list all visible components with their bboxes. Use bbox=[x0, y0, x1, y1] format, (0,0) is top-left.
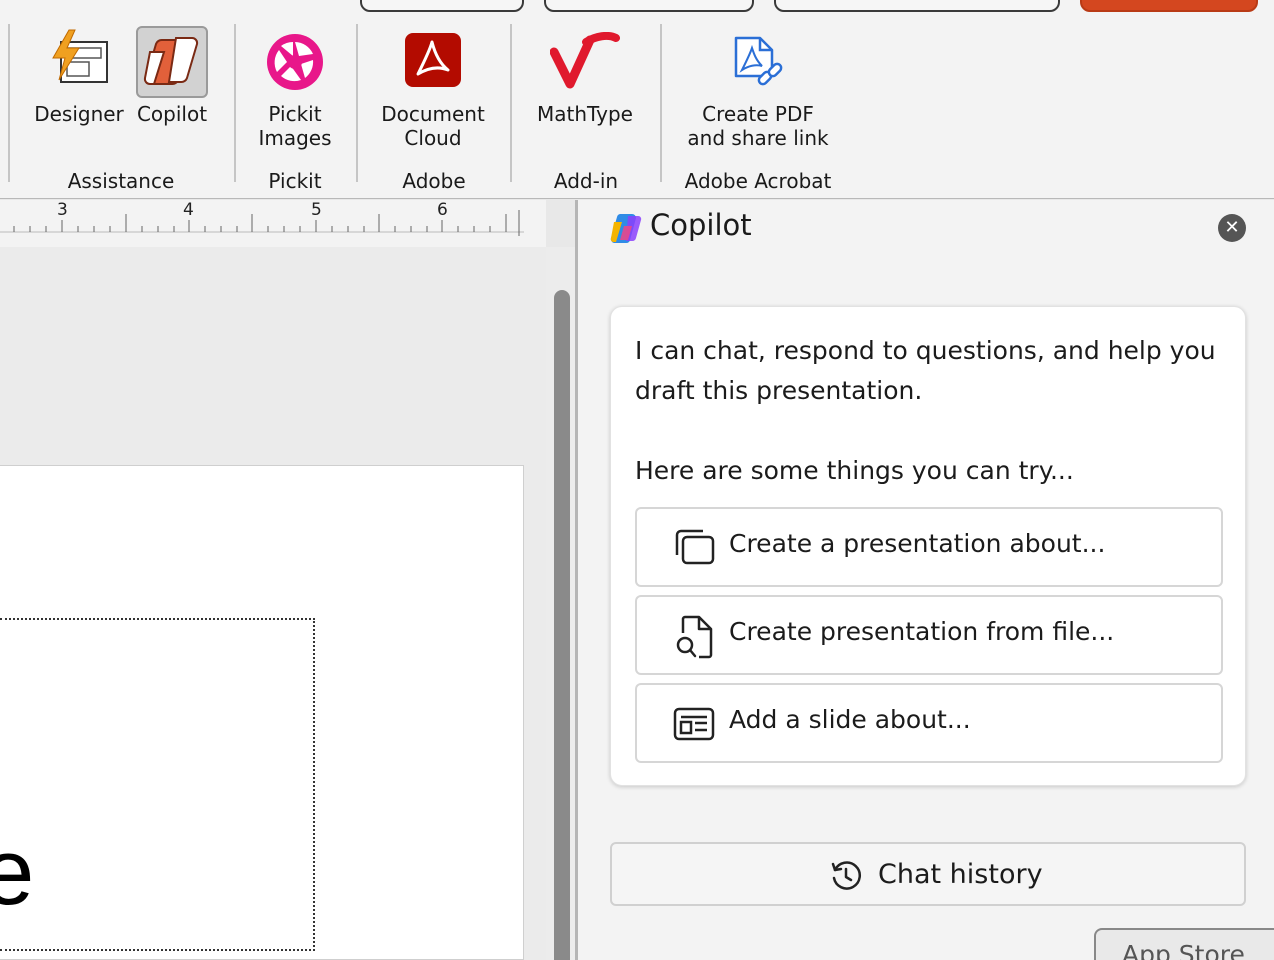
ribbon-divider bbox=[510, 24, 512, 182]
ruler-number: 3 bbox=[57, 200, 68, 220]
powerpoint-window: Designer Copilot Assistance Pickit Image… bbox=[0, 0, 1274, 960]
copilot-icon bbox=[143, 37, 199, 85]
ribbon-top-control-accent[interactable] bbox=[1080, 0, 1258, 12]
document-cloud-label: Document Cloud bbox=[381, 102, 485, 150]
suggestion-create-presentation-from-file[interactable]: Create presentation from file... bbox=[635, 595, 1223, 675]
pane-title: Copilot bbox=[650, 208, 752, 242]
try-prompt-text: Here are some things you can try... bbox=[635, 456, 1074, 485]
create-pdf-label: Create PDF and share link bbox=[687, 102, 829, 150]
ruler-number: 5 bbox=[311, 200, 322, 220]
document-cloud-button[interactable]: Document Cloud bbox=[370, 24, 496, 154]
group-label-pickit: Pickit bbox=[268, 169, 322, 193]
adobe-acrobat-icon bbox=[405, 33, 461, 87]
copilot-pane: Copilot ✕ I can chat, respond to questio… bbox=[578, 200, 1274, 960]
copilot-button[interactable]: Copilot bbox=[130, 24, 214, 154]
close-icon[interactable]: ✕ bbox=[1218, 214, 1246, 242]
group-label-adobe-acrobat: Adobe Acrobat bbox=[684, 169, 832, 193]
group-label-adobe: Adobe bbox=[402, 169, 466, 193]
pickit-images-label: Pickit Images bbox=[258, 102, 332, 150]
suggestion-label: Create a presentation about... bbox=[729, 529, 1106, 558]
ribbon-divider bbox=[356, 24, 358, 182]
intro-text: I can chat, respond to questions, and he… bbox=[635, 336, 1216, 405]
app-store-label: App Store bbox=[1122, 940, 1245, 960]
suggestion-create-presentation-about[interactable]: Create a presentation about... bbox=[635, 507, 1223, 587]
pickit-icon bbox=[267, 34, 323, 90]
history-clock-icon bbox=[831, 861, 862, 890]
pickit-images-button[interactable]: Pickit Images bbox=[244, 24, 346, 154]
ruler-ticks bbox=[0, 210, 524, 236]
ruler-number: 4 bbox=[183, 200, 194, 220]
suggestion-add-slide-about[interactable]: Add a slide about... bbox=[635, 683, 1223, 763]
slide-title-text: e bbox=[0, 819, 35, 924]
copilot-label: Copilot bbox=[136, 102, 208, 126]
designer-button[interactable]: Designer bbox=[30, 24, 128, 154]
group-label-assistance: Assistance bbox=[67, 169, 175, 193]
suggestion-label: Create presentation from file... bbox=[729, 617, 1115, 646]
copilot-welcome-card: I can chat, respond to questions, and he… bbox=[610, 306, 1246, 786]
ribbon-divider bbox=[8, 24, 10, 182]
mathtype-icon bbox=[550, 32, 620, 89]
ribbon: Designer Copilot Assistance Pickit Image… bbox=[0, 0, 1274, 199]
ribbon-top-control[interactable] bbox=[360, 0, 524, 12]
ribbon-top-control[interactable] bbox=[544, 0, 754, 12]
slides-stack-icon bbox=[675, 529, 715, 565]
pdf-link-icon bbox=[734, 36, 783, 86]
create-pdf-share-link-button[interactable]: Create PDF and share link bbox=[680, 24, 836, 154]
slide-layout-icon bbox=[673, 707, 715, 741]
file-search-icon bbox=[676, 615, 713, 659]
ribbon-divider bbox=[660, 24, 662, 182]
chat-history-button[interactable]: Chat history bbox=[610, 842, 1246, 906]
ribbon-top-control[interactable] bbox=[774, 0, 1060, 12]
mathtype-label: MathType bbox=[537, 102, 633, 126]
copilot-logo-icon bbox=[610, 214, 642, 244]
title-placeholder[interactable] bbox=[0, 618, 315, 951]
designer-icon bbox=[52, 29, 108, 83]
mathtype-button[interactable]: MathType bbox=[526, 24, 644, 154]
suggestion-label: Add a slide about... bbox=[729, 705, 971, 734]
group-label-add-in: Add-in bbox=[553, 169, 619, 193]
horizontal-ruler: 3 4 5 6 bbox=[0, 200, 546, 247]
chat-history-label: Chat history bbox=[878, 859, 1043, 890]
designer-label: Designer bbox=[34, 102, 124, 126]
app-store-button[interactable]: App Store bbox=[1094, 928, 1274, 960]
ribbon-divider bbox=[234, 24, 236, 182]
scrollbar-thumb[interactable] bbox=[554, 290, 570, 960]
ruler-number: 6 bbox=[437, 200, 448, 220]
